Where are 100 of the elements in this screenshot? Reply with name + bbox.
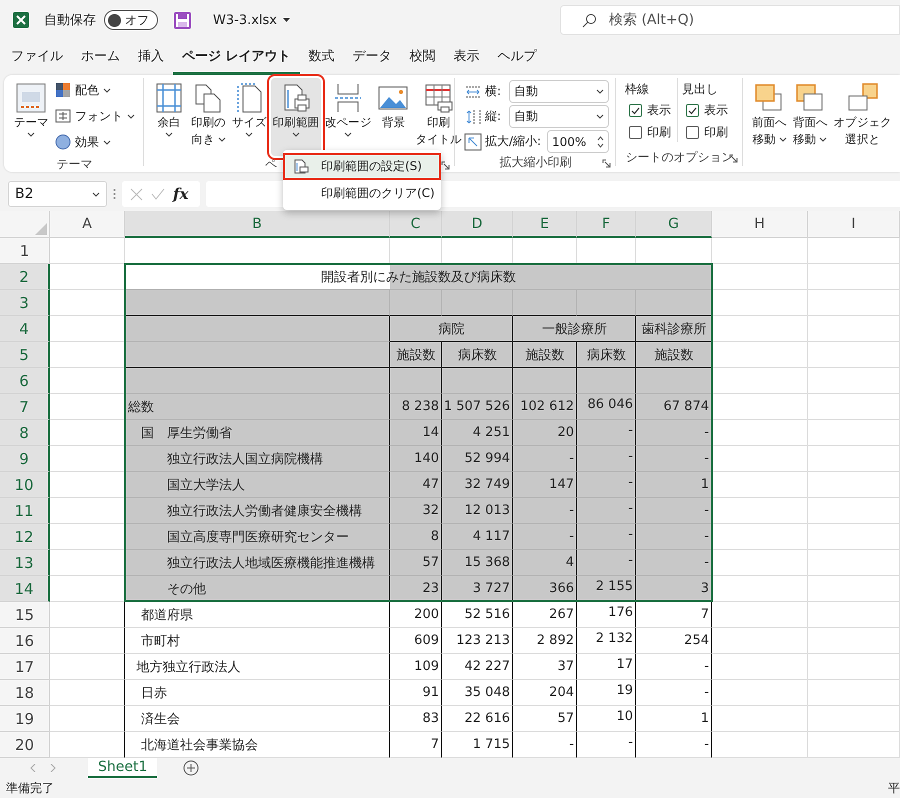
row-header[interactable]: 2: [0, 264, 50, 290]
menu-tab[interactable]: 表示: [444, 45, 489, 75]
row-header[interactable]: 12: [0, 524, 50, 550]
menu-tab[interactable]: 挿入: [129, 45, 173, 75]
row-header[interactable]: 10: [0, 472, 50, 498]
row-header[interactable]: 4: [0, 316, 50, 342]
table-cell: 37: [513, 654, 577, 680]
name-box[interactable]: B2: [8, 181, 107, 207]
ribbon-menu-button[interactable]: 配色: [52, 78, 137, 102]
table-cell: 42 227: [442, 654, 513, 680]
row-header[interactable]: 5: [0, 342, 50, 368]
table-cell: 366: [513, 576, 577, 602]
row-header[interactable]: 8: [0, 420, 50, 446]
checkbox[interactable]: [629, 104, 642, 117]
menu-tab[interactable]: 数式: [300, 45, 344, 75]
table-cell: 地方独立行政法人: [125, 654, 390, 680]
search-field[interactable]: 検索 (Alt+Q): [560, 5, 900, 35]
autosave-label: 自動保存: [44, 12, 96, 29]
table-cell: 病院: [390, 316, 513, 342]
ribbon-menu-button[interactable]: 効果: [52, 130, 137, 154]
status-text: 平: [888, 780, 900, 796]
table-cell: 済生会: [125, 706, 390, 732]
row-header[interactable]: 9: [0, 446, 50, 472]
table-cell: -: [636, 420, 712, 446]
file-name[interactable]: W3-3.xlsx: [213, 12, 290, 28]
ribbon-button[interactable]: 背面へ 移動: [790, 78, 830, 156]
ribbon-button[interactable]: サイズ: [230, 78, 269, 156]
field-label: 拡大/縮小:: [485, 133, 542, 150]
column-header[interactable]: E: [513, 211, 577, 238]
add-sheet-icon[interactable]: [183, 760, 200, 776]
ribbon-button[interactable]: 前面へ 移動: [750, 78, 789, 156]
table-cell: -: [636, 524, 712, 550]
table-cell: 83: [390, 706, 442, 732]
row-header[interactable]: 11: [0, 498, 50, 524]
table-cell: 52 994: [442, 446, 513, 472]
column-header[interactable]: B: [125, 211, 390, 238]
ribbon-button[interactable]: 印刷の 向き: [189, 78, 228, 156]
ribbon-button[interactable]: オブジェク 選択と: [832, 78, 894, 156]
table-cell: -: [577, 550, 636, 576]
table-cell: 147: [513, 472, 577, 498]
row-header[interactable]: 1: [0, 238, 50, 264]
table-cell: [442, 368, 513, 394]
table-cell: 57: [390, 550, 442, 576]
autosave-toggle[interactable]: オフ: [104, 10, 158, 30]
table-cell: 7: [636, 602, 712, 628]
scale-select[interactable]: 自動: [509, 80, 609, 103]
ribbon-menu-button[interactable]: フォント: [52, 104, 137, 128]
dialog-launcher-icon[interactable]: [602, 159, 611, 168]
row-header[interactable]: 7: [0, 394, 50, 420]
menu-tab[interactable]: データ: [344, 45, 401, 75]
scale-spinner[interactable]: 100%: [547, 130, 609, 153]
menu-tab[interactable]: ファイル: [2, 45, 72, 75]
check-icon[interactable]: [151, 188, 165, 200]
menu-item[interactable]: 印刷範囲の設定(S): [283, 153, 441, 180]
ribbon-button[interactable]: テーマ: [12, 78, 51, 156]
checkbox[interactable]: [629, 126, 642, 139]
circle-icon: [54, 134, 71, 150]
row-header[interactable]: 20: [0, 732, 50, 758]
column-header[interactable]: C: [390, 211, 442, 238]
row-header[interactable]: 15: [0, 602, 50, 628]
menu-tab[interactable]: ホーム: [72, 45, 129, 75]
dialog-launcher-icon[interactable]: [441, 161, 450, 170]
column-header[interactable]: G: [636, 211, 712, 238]
row-header[interactable]: 13: [0, 550, 50, 576]
ribbon-button[interactable]: 改ページ: [323, 78, 374, 156]
table-cell: -: [577, 498, 636, 524]
ribbon-button[interactable]: 印刷範囲: [270, 78, 322, 156]
table-cell: 歯科診療所: [636, 316, 712, 342]
sheet-tab[interactable]: Sheet1: [88, 758, 158, 778]
checkbox[interactable]: [686, 104, 699, 117]
column-header[interactable]: A: [50, 211, 125, 238]
row-header[interactable]: 3: [0, 290, 50, 316]
insert-function-button[interactable]: fx: [173, 185, 188, 203]
row-header[interactable]: 16: [0, 628, 50, 654]
column-header[interactable]: I: [808, 211, 900, 238]
row-header[interactable]: 17: [0, 654, 50, 680]
table-cell: 35 048: [442, 680, 513, 706]
column-header[interactable]: F: [577, 211, 636, 238]
menu-tab[interactable]: ヘルプ: [488, 45, 546, 75]
row-header[interactable]: 14: [0, 576, 50, 602]
table-cell: 19: [577, 680, 636, 706]
table-cell: 32 749: [442, 472, 513, 498]
scale-select[interactable]: 自動: [509, 105, 609, 128]
column-header[interactable]: H: [712, 211, 808, 238]
save-icon[interactable]: [174, 12, 191, 28]
row-header[interactable]: 18: [0, 680, 50, 706]
menu-tab[interactable]: 校閲: [400, 45, 445, 75]
table-cell: 140: [390, 446, 442, 472]
chevron-down-icon: [102, 140, 111, 144]
spin-arrows-icon: [597, 134, 604, 148]
table-cell: [442, 290, 513, 316]
menu-item[interactable]: 印刷範囲のクリア(C): [283, 180, 441, 207]
row-header[interactable]: 19: [0, 706, 50, 732]
ribbon-button[interactable]: 余白: [151, 78, 187, 156]
checkbox[interactable]: [686, 126, 699, 139]
column-header[interactable]: D: [442, 211, 513, 238]
table-cell: 86 046: [577, 394, 636, 420]
table-cell: 総数: [125, 394, 390, 420]
table-cell: 北海道社会事業協会: [125, 732, 390, 758]
row-header[interactable]: 6: [0, 368, 50, 394]
